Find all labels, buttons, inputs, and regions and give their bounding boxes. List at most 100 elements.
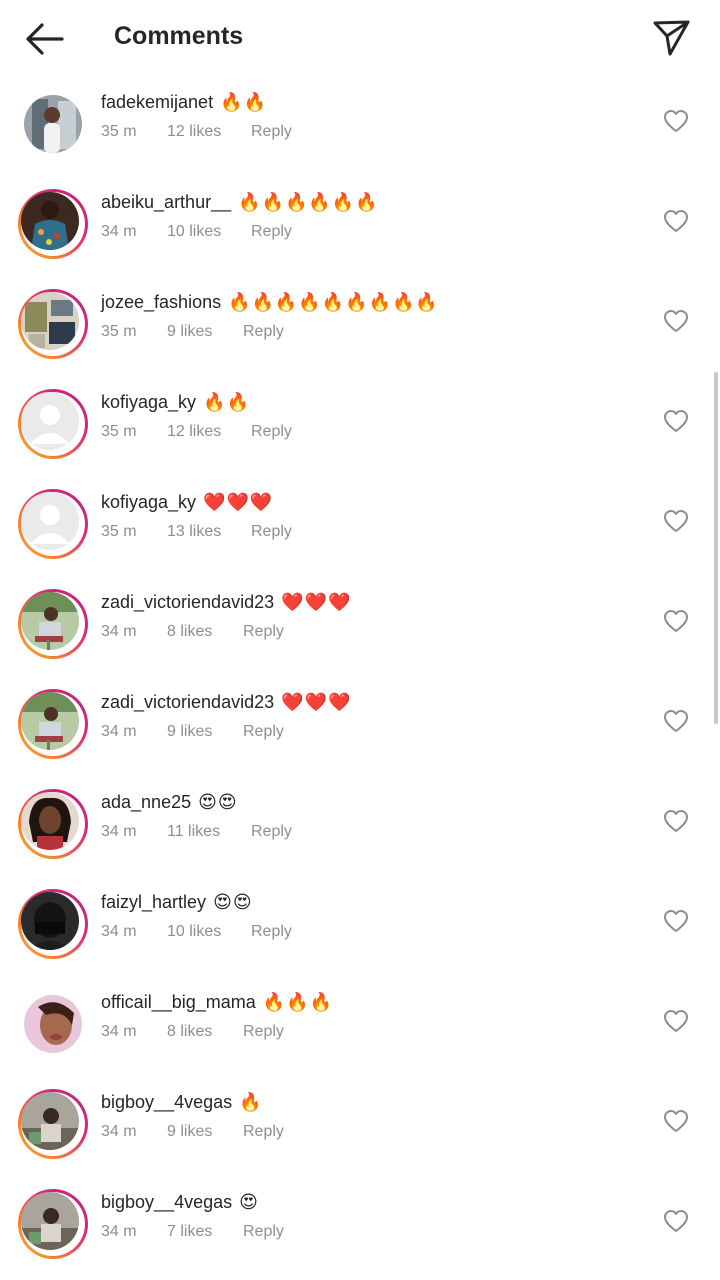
reply-button[interactable]: Reply: [243, 623, 284, 641]
comment-username[interactable]: bigboy__4vegas: [101, 1092, 232, 1112]
avatar-story-ring[interactable]: [18, 1089, 88, 1159]
comment-time: 34 m: [101, 223, 137, 240]
avatar: [21, 792, 79, 850]
share-button[interactable]: [648, 14, 694, 60]
comment-likes[interactable]: 11 likes: [167, 823, 220, 841]
comment-likes[interactable]: 10 likes: [167, 223, 221, 241]
top-bar: Comments: [0, 0, 720, 76]
reply-button[interactable]: Reply: [243, 723, 284, 741]
comment-emoji: ❤️❤️❤️: [281, 592, 352, 613]
avatar-story-ring[interactable]: [18, 289, 88, 359]
comment-text: bigboy__4vegas 😍: [101, 1192, 259, 1213]
heart-outline-icon: [664, 310, 688, 332]
avatar-story-ring[interactable]: [18, 589, 88, 659]
scrollbar[interactable]: [714, 372, 718, 724]
comment-emoji: 😍😍: [198, 792, 238, 813]
comment-row: bigboy__4vegas 🔥 34 m 9 likes Reply: [0, 1072, 720, 1172]
avatar-story-ring[interactable]: [18, 689, 88, 759]
comment-time: 34 m: [101, 1223, 137, 1240]
comment-username[interactable]: faizyl_hartley: [101, 892, 206, 912]
like-button[interactable]: [662, 208, 690, 234]
reply-button[interactable]: Reply: [243, 323, 284, 341]
like-button[interactable]: [662, 1008, 690, 1034]
comment-likes[interactable]: 7 likes: [167, 1223, 212, 1241]
avatar: [24, 995, 82, 1053]
comment-likes[interactable]: 9 likes: [167, 323, 212, 341]
like-button[interactable]: [662, 408, 690, 434]
avatar-story-ring[interactable]: [18, 989, 88, 1059]
arrow-left-icon: [26, 23, 64, 55]
heart-outline-icon: [664, 410, 688, 432]
avatar: [21, 1092, 79, 1150]
like-button[interactable]: [662, 1208, 690, 1234]
heart-outline-icon: [664, 1010, 688, 1032]
avatar-story-ring[interactable]: [18, 789, 88, 859]
avatar-story-ring[interactable]: [18, 189, 88, 259]
comment-username[interactable]: kofiyaga_ky: [101, 392, 196, 412]
comment-username[interactable]: zadi_victoriendavid23: [101, 692, 274, 712]
comment-emoji: 🔥: [239, 1092, 263, 1113]
comment-text: kofiyaga_ky 🔥🔥: [101, 392, 250, 413]
comment-row: bigboy__4vegas 😍 34 m 7 likes Reply: [0, 1172, 720, 1272]
comment-emoji: ❤️❤️❤️: [203, 492, 274, 513]
comment-username[interactable]: bigboy__4vegas: [101, 1192, 232, 1212]
avatar-story-ring[interactable]: [18, 489, 88, 559]
reply-button[interactable]: Reply: [251, 523, 292, 541]
like-button[interactable]: [662, 508, 690, 534]
avatar: [21, 192, 79, 250]
heart-outline-icon: [664, 1110, 688, 1132]
comment-row: officail__big_mama 🔥🔥🔥 34 m 8 likes Reply: [0, 972, 720, 1072]
like-button[interactable]: [662, 908, 690, 934]
comment-username[interactable]: abeiku_arthur__: [101, 192, 231, 212]
like-button[interactable]: [662, 808, 690, 834]
avatar-story-ring[interactable]: [18, 889, 88, 959]
comment-username[interactable]: officail__big_mama: [101, 992, 256, 1012]
back-button[interactable]: [22, 20, 66, 58]
like-button[interactable]: [662, 708, 690, 734]
comment-username[interactable]: ada_nne25: [101, 792, 191, 812]
reply-button[interactable]: Reply: [243, 1023, 284, 1041]
avatar-story-ring[interactable]: [18, 389, 88, 459]
comment-time: 35 m: [101, 523, 137, 540]
reply-button[interactable]: Reply: [251, 923, 292, 941]
reply-button[interactable]: Reply: [251, 223, 292, 241]
comment-likes[interactable]: 12 likes: [167, 423, 221, 441]
avatar-story-ring[interactable]: [18, 1189, 88, 1259]
comment-row: jozee_fashions 🔥🔥🔥🔥🔥🔥🔥🔥🔥 35 m 9 likes Reply: [0, 272, 720, 372]
reply-button[interactable]: Reply: [251, 823, 292, 841]
comment-row: zadi_victoriendavid23 ❤️❤️❤️ 34 m 9 likes R…: [0, 672, 720, 772]
comment-likes[interactable]: 8 likes: [167, 1023, 212, 1041]
avatar: [21, 492, 79, 550]
comment-username[interactable]: fadekemijanet: [101, 92, 213, 112]
comment-text: faizyl_hartley 😍😍: [101, 892, 253, 913]
reply-button[interactable]: Reply: [251, 123, 292, 141]
like-button[interactable]: [662, 608, 690, 634]
comment-username[interactable]: kofiyaga_ky: [101, 492, 196, 512]
comment-likes[interactable]: 12 likes: [167, 123, 221, 141]
comment-likes[interactable]: 8 likes: [167, 623, 212, 641]
like-button[interactable]: [662, 108, 690, 134]
reply-button[interactable]: Reply: [243, 1123, 284, 1141]
avatar: [21, 892, 79, 950]
comment-emoji: 🔥🔥: [220, 92, 267, 113]
comment-emoji: 🔥🔥🔥🔥🔥🔥: [238, 192, 379, 213]
avatar-story-ring[interactable]: [18, 89, 88, 159]
comment-username[interactable]: zadi_victoriendavid23: [101, 592, 274, 612]
comment-row: faizyl_hartley 😍😍 34 m 10 likes Reply: [0, 872, 720, 972]
comment-time: 35 m: [101, 123, 137, 140]
like-button[interactable]: [662, 1108, 690, 1134]
comment-likes[interactable]: 9 likes: [167, 1123, 212, 1141]
comment-likes[interactable]: 9 likes: [167, 723, 212, 741]
comment-username[interactable]: jozee_fashions: [101, 292, 221, 312]
comment-likes[interactable]: 10 likes: [167, 923, 221, 941]
heart-outline-icon: [664, 1210, 688, 1232]
page-title: Comments: [114, 22, 244, 50]
comment-text: zadi_victoriendavid23 ❤️❤️❤️: [101, 692, 351, 713]
comment-emoji: ❤️❤️❤️: [281, 692, 352, 713]
reply-button[interactable]: Reply: [243, 1223, 284, 1241]
comment-likes[interactable]: 13 likes: [167, 523, 221, 541]
comment-time: 34 m: [101, 1123, 137, 1140]
like-button[interactable]: [662, 308, 690, 334]
reply-button[interactable]: Reply: [251, 423, 292, 441]
comment-text: zadi_victoriendavid23 ❤️❤️❤️: [101, 592, 351, 613]
